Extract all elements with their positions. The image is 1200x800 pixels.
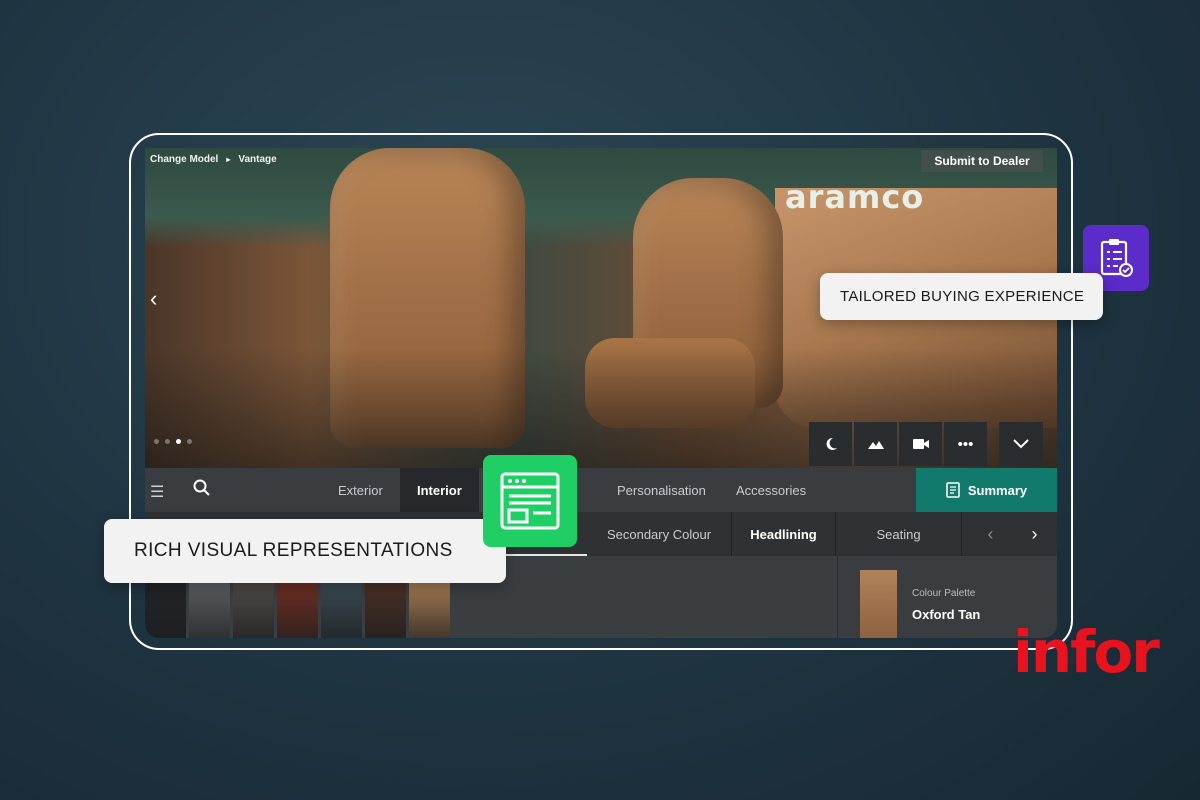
previous-view-icon[interactable]: ‹ <box>150 286 157 312</box>
chevron-right-icon[interactable]: › <box>1012 512 1057 556</box>
video-icon[interactable] <box>899 422 942 466</box>
selected-colour-thumbnail <box>860 570 897 638</box>
subtab-seating[interactable]: Seating <box>836 512 962 556</box>
colour-swatches <box>145 582 450 638</box>
breadcrumb-model[interactable]: Vantage <box>238 154 276 165</box>
colour-swatch[interactable] <box>145 582 186 638</box>
colour-swatch[interactable] <box>233 582 274 638</box>
subtab-headlining[interactable]: Headlining <box>732 512 836 556</box>
carousel-dot[interactable] <box>154 439 159 444</box>
tab-interior[interactable]: Interior <box>400 468 479 512</box>
subtab-secondary-colour[interactable]: Secondary Colour <box>587 512 732 556</box>
breadcrumb: Change Model ▸ Vantage <box>150 154 277 165</box>
more-options-icon[interactable]: ••• <box>944 422 987 466</box>
night-mode-icon[interactable] <box>809 422 852 466</box>
submit-to-dealer-button[interactable]: Submit to Dealer <box>921 150 1043 172</box>
breadcrumb-separator-icon: ▸ <box>226 155 231 164</box>
carousel-dot-active[interactable] <box>176 439 181 444</box>
callout-tailored-buying: TAILORED BUYING EXPERIENCE <box>820 273 1103 320</box>
colour-swatch[interactable] <box>321 582 362 638</box>
scenery-icon[interactable] <box>854 422 897 466</box>
carousel-dot[interactable] <box>165 439 170 444</box>
colour-swatch[interactable] <box>189 582 230 638</box>
breadcrumb-change-model[interactable]: Change Model <box>150 154 218 165</box>
search-icon[interactable] <box>193 479 210 501</box>
chevron-down-icon[interactable] <box>999 422 1043 466</box>
tab-accessories[interactable]: Accessories <box>736 468 806 512</box>
tab-exterior[interactable]: Exterior <box>338 468 383 512</box>
summary-button[interactable]: Summary <box>916 468 1057 512</box>
callout-rich-visual: RICH VISUAL REPRESENTATIONS <box>104 519 506 583</box>
carousel-dots <box>154 439 192 444</box>
infor-logo: infor <box>1013 618 1160 686</box>
colour-swatch[interactable] <box>365 582 406 638</box>
colour-swatch[interactable] <box>277 582 318 638</box>
colour-palette-label: Colour Palette <box>912 588 976 599</box>
colour-name: Oxford Tan <box>912 607 981 622</box>
tab-personalisation[interactable]: Personalisation <box>617 468 706 512</box>
sponsor-sign: aramco <box>785 178 925 216</box>
viewer-toolbar: ••• <box>809 422 1043 466</box>
browser-window-icon <box>483 455 577 547</box>
summary-label: Summary <box>967 482 1028 498</box>
hamburger-menu-icon[interactable]: ☰ <box>150 482 164 502</box>
chevron-left-icon[interactable]: ‹ <box>968 512 1013 556</box>
carousel-dot[interactable] <box>187 439 192 444</box>
colour-swatch[interactable] <box>409 582 450 638</box>
main-nav: ☰ Exterior Interior Personalisation Acce… <box>145 468 1057 512</box>
document-icon <box>946 482 960 498</box>
